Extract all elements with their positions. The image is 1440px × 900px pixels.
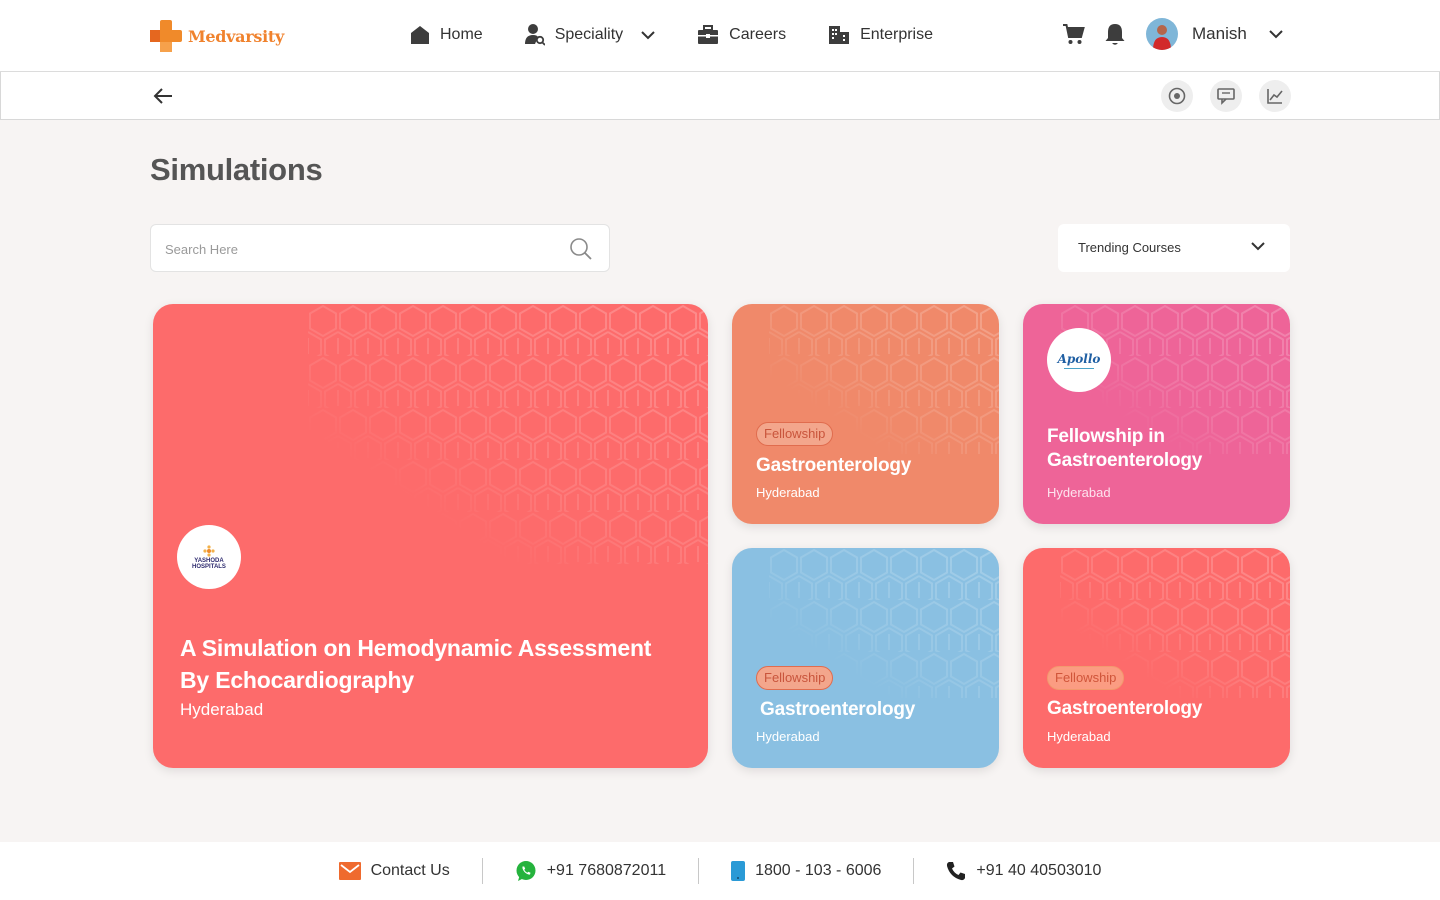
avatar[interactable] bbox=[1146, 18, 1178, 50]
card-2-location: Hyderabad bbox=[1047, 485, 1111, 500]
card-1-location: Hyderabad bbox=[756, 485, 820, 500]
user-actions: Manish bbox=[1062, 18, 1283, 50]
target-icon bbox=[1168, 87, 1186, 105]
mail-icon bbox=[338, 862, 361, 880]
chevron-down-icon bbox=[641, 31, 655, 40]
search-icon[interactable] bbox=[569, 237, 593, 261]
yashoda-logo-text: YASHODA HOSPITALS bbox=[192, 557, 226, 570]
contact-us-link[interactable]: Contact Us bbox=[307, 862, 482, 880]
nav-careers[interactable]: Careers bbox=[697, 25, 786, 45]
nav-enterprise-label: Enterprise bbox=[860, 26, 933, 43]
nav-speciality-label: Speciality bbox=[554, 26, 624, 43]
simulation-card-1[interactable]: Fellowship Gastroenterology Hyderabad bbox=[732, 304, 999, 524]
main-nav: Home Speciality Careers Enterprise bbox=[410, 24, 933, 46]
featured-simulation-card[interactable]: YASHODA HOSPITALS A Simulation on Hemody… bbox=[153, 304, 708, 768]
hexagon-pattern bbox=[308, 304, 708, 564]
card-4-title: Gastroenterology bbox=[1047, 698, 1203, 719]
briefcase-icon bbox=[698, 25, 719, 44]
contact-footer: Contact Us +91 7680872011 1800 - 103 - 6… bbox=[0, 842, 1440, 900]
phone-link[interactable]: +91 40 40503010 bbox=[914, 861, 1133, 881]
target-button[interactable] bbox=[1161, 80, 1193, 112]
course-filter-value: Trending Courses bbox=[1078, 240, 1181, 255]
course-filter-dropdown[interactable]: Trending Courses bbox=[1058, 224, 1290, 272]
search-input[interactable] bbox=[165, 237, 555, 261]
card-3-location: Hyderabad bbox=[756, 729, 820, 744]
phone-number: +91 40 40503010 bbox=[976, 862, 1102, 879]
simulation-card-4[interactable]: Fellowship Gastroenterology Hyderabad bbox=[1023, 548, 1290, 768]
yashoda-flower-icon bbox=[203, 544, 215, 557]
whatsapp-number: +91 7680872011 bbox=[546, 862, 667, 879]
nav-home[interactable]: Home bbox=[410, 25, 483, 45]
chevron-down-icon bbox=[1251, 242, 1265, 251]
apollo-logo-text: Apollo bbox=[1057, 351, 1101, 366]
line-chart-icon bbox=[1267, 89, 1283, 104]
cart-icon[interactable] bbox=[1062, 22, 1086, 46]
search-box bbox=[150, 224, 610, 272]
building-icon bbox=[829, 26, 850, 44]
home-icon bbox=[411, 26, 429, 44]
chat-icon bbox=[1217, 88, 1235, 105]
brand-name: Medvarsity bbox=[188, 26, 284, 46]
nav-home-label: Home bbox=[440, 26, 483, 43]
mobile-phone-icon bbox=[731, 861, 746, 881]
medvarsity-logo-icon bbox=[150, 20, 182, 52]
nav-enterprise[interactable]: Enterprise bbox=[828, 25, 933, 45]
fellowship-badge: Fellowship bbox=[756, 666, 834, 690]
contact-us-label: Contact Us bbox=[370, 862, 450, 879]
fellowship-badge: Fellowship bbox=[756, 422, 834, 446]
brand-logo[interactable]: Medvarsity bbox=[150, 20, 284, 52]
user-menu-chevron-icon[interactable] bbox=[1269, 29, 1283, 39]
bell-icon[interactable] bbox=[1104, 22, 1126, 46]
phone-icon bbox=[947, 862, 966, 881]
top-navbar: Medvarsity Home Speciality Careers Enter… bbox=[0, 0, 1440, 72]
simulation-card-3[interactable]: Fellowship Gastroenterology Hyderabad bbox=[732, 548, 999, 768]
page-title: Simulations bbox=[150, 152, 323, 187]
speciality-icon bbox=[524, 24, 545, 46]
featured-card-location: Hyderabad bbox=[180, 700, 264, 719]
apollo-logo: Apollo bbox=[1047, 328, 1111, 392]
tollfree-link[interactable]: 1800 - 103 - 6006 bbox=[699, 861, 913, 881]
tollfree-number: 1800 - 103 - 6006 bbox=[755, 862, 882, 879]
whatsapp-link[interactable]: +91 7680872011 bbox=[483, 860, 698, 882]
featured-card-title: A Simulation on Hemodynamic Assessment B… bbox=[180, 635, 652, 693]
username[interactable]: Manish bbox=[1192, 24, 1247, 44]
card-3-title: Gastroenterology bbox=[760, 699, 916, 720]
whatsapp-icon bbox=[516, 861, 536, 881]
card-1-title: Gastroenterology bbox=[756, 455, 912, 476]
fellowship-badge: Fellowship bbox=[1047, 666, 1125, 690]
sub-toolbar bbox=[0, 72, 1440, 120]
avatar-photo-icon bbox=[1153, 25, 1171, 50]
analytics-button[interactable] bbox=[1259, 80, 1291, 112]
arrow-left-icon bbox=[153, 88, 172, 104]
yashoda-logo: YASHODA HOSPITALS bbox=[177, 525, 241, 589]
apollo-logo-underline bbox=[1064, 367, 1094, 369]
card-4-location: Hyderabad bbox=[1047, 729, 1111, 744]
nav-speciality[interactable]: Speciality bbox=[524, 24, 655, 46]
nav-careers-label: Careers bbox=[729, 26, 787, 43]
chat-button[interactable] bbox=[1210, 80, 1242, 112]
back-button[interactable] bbox=[151, 84, 175, 108]
simulation-card-2[interactable]: Apollo Fellowship in Gastroenterology Hy… bbox=[1023, 304, 1290, 524]
card-2-title: Fellowship in Gastroenterology bbox=[1047, 426, 1203, 471]
